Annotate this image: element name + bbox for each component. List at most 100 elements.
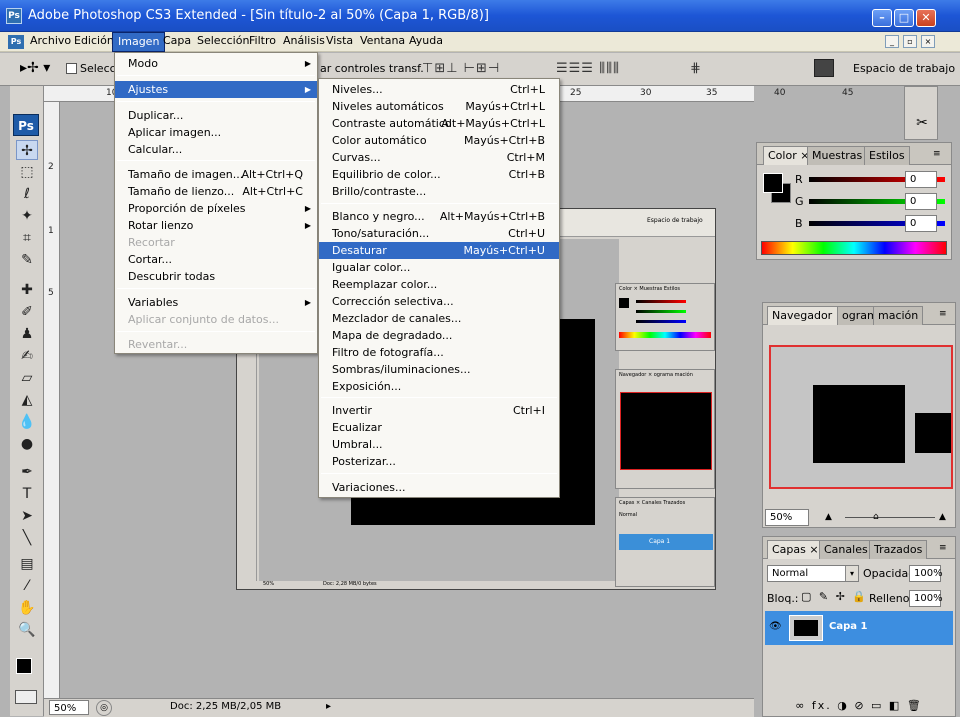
history-brush-tool-icon[interactable]: ✍	[16, 346, 38, 366]
tab-canales[interactable]: Canales	[819, 540, 873, 559]
foreground-color-swatch[interactable]	[763, 173, 783, 193]
lock-icons[interactable]: ▢ ✎ ✢ 🔒	[801, 590, 868, 603]
menu-filtro[interactable]: Filtro	[244, 32, 281, 52]
maximize-window-button[interactable]: □	[894, 9, 914, 27]
navigator-zoom-slider[interactable]	[845, 517, 935, 518]
menu-item-posterizar[interactable]: Posterizar...	[319, 453, 559, 470]
navigator-preview[interactable]	[769, 345, 953, 489]
menu-item-rotar-lienzo[interactable]: Rotar lienzo ▶	[115, 217, 317, 234]
crop-tool-icon[interactable]: ⌗	[16, 228, 38, 248]
panel-menu-icon[interactable]: ≡	[933, 149, 941, 159]
blend-mode-dropdown-icon[interactable]: ▾	[845, 566, 858, 581]
menu-item-reemplazar-color[interactable]: Reemplazar color...	[319, 276, 559, 293]
slice-tool-icon[interactable]: ✎	[16, 250, 38, 270]
green-value-field[interactable]: 0	[905, 193, 937, 210]
menu-item-exposicion[interactable]: Exposición...	[319, 378, 559, 395]
hand-tool-icon[interactable]: ✋	[16, 598, 38, 618]
menu-item-equilibrio-color[interactable]: Equilibrio de color... Ctrl+B	[319, 166, 559, 183]
line-tool-icon[interactable]: ╲	[16, 528, 38, 548]
menu-item-mapa-degradado[interactable]: Mapa de degradado...	[319, 327, 559, 344]
menu-ventana[interactable]: Ventana	[355, 32, 410, 52]
menu-item-variables[interactable]: Variables ▶	[115, 294, 317, 311]
status-arrow-icon[interactable]: ▸	[326, 701, 331, 712]
menu-item-niveles[interactable]: Niveles... Ctrl+L	[319, 81, 559, 98]
menu-item-desaturar[interactable]: Desaturar Mayús+Ctrl+U	[319, 242, 559, 259]
zoom-tool-icon[interactable]: 🔍	[16, 620, 38, 640]
menu-item-duplicar[interactable]: Duplicar...	[115, 107, 317, 124]
red-value-field[interactable]: 0	[905, 171, 937, 188]
menu-item-filtro-fotografia[interactable]: Filtro de fotografía...	[319, 344, 559, 361]
tab-muestras[interactable]: Muestras	[807, 146, 868, 165]
close-window-button[interactable]: ✕	[916, 9, 936, 27]
foreground-color-swatch[interactable]	[16, 658, 32, 674]
opacity-field[interactable]: 100%	[909, 565, 943, 582]
menu-vista[interactable]: Vista	[321, 32, 358, 52]
healing-brush-tool-icon[interactable]: ✚	[16, 280, 38, 300]
blue-value-field[interactable]: 0	[905, 215, 937, 232]
menu-item-mezclador-canales[interactable]: Mezclador de canales...	[319, 310, 559, 327]
document-icon[interactable]: Ps	[8, 35, 24, 49]
menu-item-ajustes[interactable]: Ajustes ▶	[115, 81, 317, 98]
menu-item-color-automatico[interactable]: Color automático Mayús+Ctrl+B	[319, 132, 559, 149]
pen-tool-icon[interactable]: ✒	[16, 462, 38, 482]
menu-item-calcular[interactable]: Calcular...	[115, 141, 317, 158]
layer-footer-icons[interactable]: ∞ fx. ◑ ⊘ ▭ ◧ 🗑	[765, 697, 953, 715]
doc-minimize-button[interactable]: _	[885, 35, 899, 48]
quick-mask-icon[interactable]	[15, 690, 37, 704]
menu-item-cortar[interactable]: Cortar...	[115, 251, 317, 268]
tab-informacion[interactable]: mación	[873, 306, 924, 325]
clone-stamp-tool-icon[interactable]: ♟	[16, 324, 38, 344]
move-tool-icon[interactable]: ✢	[16, 140, 38, 160]
panel-menu-icon[interactable]: ≡	[939, 543, 947, 553]
menu-item-igualar-color[interactable]: Igualar color...	[319, 259, 559, 276]
zoom-out-icon[interactable]: ▲	[825, 512, 832, 522]
marquee-tool-icon[interactable]: ⬚	[16, 162, 38, 182]
eyedropper-tool-icon[interactable]: ⁄	[16, 576, 38, 596]
blur-tool-icon[interactable]: 💧	[16, 412, 38, 432]
minimize-window-button[interactable]: –	[872, 9, 892, 27]
color-spectrum-bar[interactable]	[761, 241, 947, 255]
panel-menu-icon[interactable]: ≡	[939, 309, 947, 319]
eraser-tool-icon[interactable]: ▱	[16, 368, 38, 388]
menu-item-tamano-lienzo[interactable]: Tamaño de lienzo... Alt+Ctrl+C	[115, 183, 317, 200]
fill-field[interactable]: 100%	[909, 590, 943, 607]
tools-preset-icon[interactable]: ✂	[911, 115, 933, 135]
menu-item-tamano-imagen[interactable]: Tamaño de imagen... Alt+Ctrl+Q	[115, 166, 317, 183]
zoom-in-icon[interactable]: ▲	[939, 512, 946, 522]
menu-item-aplicar-imagen[interactable]: Aplicar imagen...	[115, 124, 317, 141]
layer-visibility-eye-icon[interactable]: 👁	[769, 621, 782, 632]
magic-wand-tool-icon[interactable]: ✦	[16, 206, 38, 226]
workspace-menu-icon[interactable]	[814, 59, 834, 77]
tab-estilos[interactable]: Estilos	[864, 146, 910, 165]
paint-bucket-tool-icon[interactable]: ◭	[16, 390, 38, 410]
dodge-tool-icon[interactable]: ●	[16, 434, 38, 454]
auto-select-checkbox[interactable]	[66, 63, 77, 74]
path-selection-tool-icon[interactable]: ➤	[16, 506, 38, 526]
lasso-tool-icon[interactable]: ℓ	[16, 184, 38, 204]
menu-item-descubrir-todas[interactable]: Descubrir todas	[115, 268, 317, 285]
menu-item-tono-saturacion[interactable]: Tono/saturación... Ctrl+U	[319, 225, 559, 242]
menu-item-variaciones[interactable]: Variaciones...	[319, 479, 559, 496]
menu-item-invertir[interactable]: Invertir Ctrl+I	[319, 402, 559, 419]
doc-restore-button[interactable]: ▫	[903, 35, 917, 48]
menu-item-ecualizar[interactable]: Ecualizar	[319, 419, 559, 436]
menu-item-curvas[interactable]: Curvas... Ctrl+M	[319, 149, 559, 166]
menu-item-brillo-contraste[interactable]: Brillo/contraste...	[319, 183, 559, 200]
navigator-zoom-field[interactable]: 50%	[765, 509, 809, 526]
zoom-field[interactable]: 50%	[49, 700, 89, 715]
menu-item-proporcion-pixeles[interactable]: Proporción de píxeles ▶	[115, 200, 317, 217]
notes-tool-icon[interactable]: ▤	[16, 554, 38, 574]
menu-capa[interactable]: Capa	[158, 32, 196, 52]
layer-name[interactable]: Capa 1	[829, 621, 867, 632]
workspace-label[interactable]: Espacio de trabajo	[853, 62, 955, 75]
auto-align-icon[interactable]: ⋕	[690, 61, 702, 76]
menu-item-niveles-automaticos[interactable]: Niveles automáticos Mayús+Ctrl+L	[319, 98, 559, 115]
layer-row-capa-1[interactable]: 👁 Capa 1	[765, 611, 953, 645]
move-tool-preset-icon[interactable]: ▸✢ ▾	[20, 60, 50, 76]
tab-trazados[interactable]: Trazados	[869, 540, 928, 559]
menu-item-contraste-automatico[interactable]: Contraste automático Alt+Mayús+Ctrl+L	[319, 115, 559, 132]
menu-item-umbral[interactable]: Umbral...	[319, 436, 559, 453]
menu-item-modo[interactable]: Modo ▶	[115, 55, 317, 72]
menu-ayuda[interactable]: Ayuda	[404, 32, 448, 52]
menu-item-correccion-selectiva[interactable]: Corrección selectiva...	[319, 293, 559, 310]
